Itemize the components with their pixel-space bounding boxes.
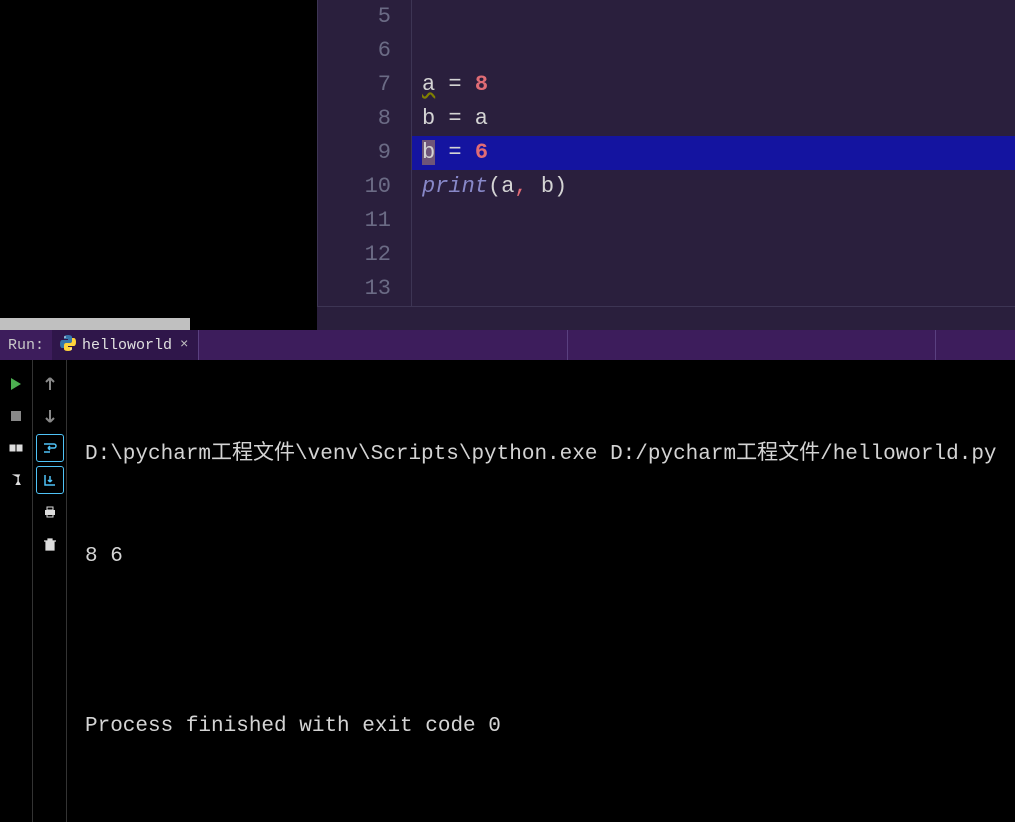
line-number: 5 [318, 0, 391, 34]
scroll-up-button[interactable] [36, 370, 64, 398]
line-number: 9 [318, 136, 391, 170]
code-line[interactable] [412, 204, 1015, 238]
line-number: 10 [318, 170, 391, 204]
python-icon [60, 335, 76, 356]
clear-button[interactable] [36, 530, 64, 558]
stop-button[interactable] [2, 402, 30, 430]
rerun-button[interactable] [2, 370, 30, 398]
print-button[interactable] [36, 498, 64, 526]
code-content[interactable]: a = 8b = ab = 6print(a, b) [412, 0, 1015, 306]
code-line[interactable] [412, 0, 1015, 34]
pin-button[interactable] [2, 466, 30, 494]
line-number: 8 [318, 102, 391, 136]
line-number: 13 [318, 272, 391, 306]
run-toolbar-col1 [0, 360, 33, 822]
editor-status-bar [317, 306, 1015, 330]
run-label: Run: [0, 337, 52, 354]
project-panel[interactable] [0, 0, 317, 330]
run-tab[interactable]: helloworld × [52, 330, 198, 360]
code-line[interactable]: b = a [412, 102, 1015, 136]
line-number: 7 [318, 68, 391, 102]
run-header-spacer [198, 330, 1015, 360]
code-line[interactable]: b = 6 [412, 136, 1015, 170]
code-line[interactable]: print(a, b) [412, 170, 1015, 204]
run-toolbar-col2 [33, 360, 67, 822]
top-area: 5678910111213 a = 8b = ab = 6print(a, b) [0, 0, 1015, 330]
code-line[interactable] [412, 272, 1015, 306]
editor-area: 5678910111213 a = 8b = ab = 6print(a, b) [317, 0, 1015, 330]
line-number: 6 [318, 34, 391, 68]
line-number: 11 [318, 204, 391, 238]
code-editor[interactable]: 5678910111213 a = 8b = ab = 6print(a, b) [317, 0, 1015, 306]
close-icon[interactable]: × [178, 337, 190, 353]
console-output[interactable]: D:\pycharm工程文件\venv\Scripts\python.exe D… [67, 360, 1015, 822]
run-tab-name: helloworld [82, 337, 172, 354]
line-number: 12 [318, 238, 391, 272]
console-result: 8 6 [85, 540, 997, 574]
code-line[interactable]: a = 8 [412, 68, 1015, 102]
panel-scrollbar[interactable] [0, 318, 190, 330]
run-panel: Run: helloworld × [0, 330, 1015, 822]
soft-wrap-button[interactable] [36, 434, 64, 462]
line-gutter: 5678910111213 [317, 0, 412, 306]
code-line[interactable] [412, 34, 1015, 68]
scroll-to-end-button[interactable] [36, 466, 64, 494]
code-line[interactable] [412, 238, 1015, 272]
layout-button[interactable] [2, 434, 30, 462]
run-header: Run: helloworld × [0, 330, 1015, 360]
console-command: D:\pycharm工程文件\venv\Scripts\python.exe D… [85, 438, 997, 472]
console-exit: Process finished with exit code 0 [85, 710, 997, 744]
run-body: D:\pycharm工程文件\venv\Scripts\python.exe D… [0, 360, 1015, 822]
scroll-down-button[interactable] [36, 402, 64, 430]
